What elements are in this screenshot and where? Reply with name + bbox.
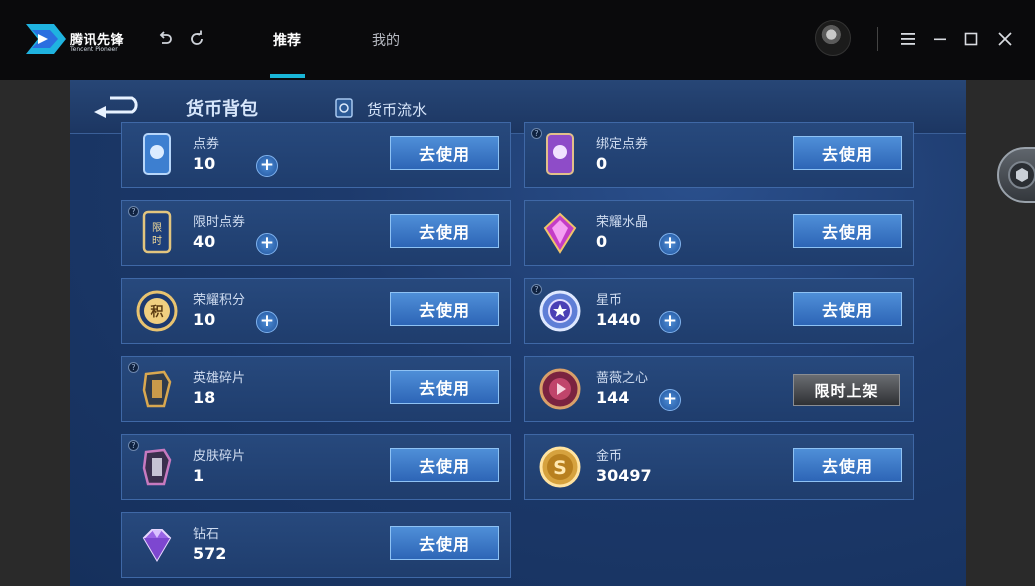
diamond-icon <box>142 529 172 562</box>
close-icon[interactable] <box>994 28 1016 50</box>
tab-recommend[interactable]: 推荐 <box>273 30 301 50</box>
currency-card-rose-heart: 蔷薇之心 144 + 限时上架 <box>524 356 914 422</box>
currency-card-ticket: 点券 10 + 去使用 <box>121 122 511 188</box>
glory-crystal-icon <box>543 212 577 254</box>
glory-points-coin-icon: 积 <box>136 290 178 332</box>
skin-fragment-icon <box>142 448 172 486</box>
currency-card-glory-points: 积 荣耀积分 10 + 去使用 <box>121 278 511 344</box>
currency-value: 1440 <box>596 310 641 329</box>
limited-listing-button[interactable]: 限时上架 <box>793 374 900 406</box>
currency-value: 0 <box>596 154 608 173</box>
svg-text:S: S <box>553 457 567 479</box>
add-ticket-button[interactable]: + <box>256 155 278 177</box>
hexagon-icon <box>1008 161 1035 189</box>
use-diamond-button[interactable]: 去使用 <box>390 526 499 560</box>
add-glory-crystal-button[interactable]: + <box>659 233 681 255</box>
limited-ticket-icon: 限时 <box>142 210 172 254</box>
currency-card-glory-crystal: 荣耀水晶 0 + 去使用 <box>524 200 914 266</box>
currency-name: 金币 <box>596 449 623 464</box>
rose-heart-icon <box>539 368 581 410</box>
hero-fragment-icon <box>142 370 172 408</box>
use-star-coin-button[interactable]: 去使用 <box>793 292 902 326</box>
currency-name: 钻石 <box>193 527 220 542</box>
currency-value: 144 <box>596 388 630 407</box>
currency-name: 点券 <box>193 137 220 152</box>
undo-icon[interactable] <box>154 28 176 50</box>
svg-text:时: 时 <box>152 235 162 247</box>
currency-value: 0 <box>596 232 608 251</box>
use-bound-ticket-button[interactable]: 去使用 <box>793 136 902 170</box>
use-hero-fragment-button[interactable]: 去使用 <box>390 370 499 404</box>
currency-name: 英雄碎片 <box>193 371 246 386</box>
ticket-card-icon <box>143 133 171 175</box>
currency-card-star-coin: ? 星币 1440 + 去使用 <box>524 278 914 344</box>
left-frame <box>0 80 70 586</box>
currency-card-skin-fragment: ? 皮肤碎片 1 去使用 <box>121 434 511 500</box>
use-ticket-button[interactable]: 去使用 <box>390 136 499 170</box>
currency-card-limited-ticket: ? 限时 限时点券 40 + 去使用 <box>121 200 511 266</box>
currency-name: 皮肤碎片 <box>193 449 246 464</box>
refresh-icon[interactable] <box>186 28 208 50</box>
use-limited-ticket-button[interactable]: 去使用 <box>390 214 499 248</box>
currency-card-bound-ticket: ? 绑定点券 0 去使用 <box>524 122 914 188</box>
currency-flow-tab[interactable]: 货币流水 <box>367 99 427 120</box>
currency-value: 10 <box>193 154 216 173</box>
currency-value: 30497 <box>596 466 652 485</box>
currency-flow-icon <box>335 98 353 118</box>
currency-value: 10 <box>193 310 216 329</box>
currency-name: 蔷薇之心 <box>596 371 649 386</box>
svg-text:限: 限 <box>152 222 162 234</box>
add-glory-points-button[interactable]: + <box>256 311 278 333</box>
star-coin-icon <box>539 290 581 332</box>
currency-name: 荣耀积分 <box>193 293 246 308</box>
gold-coin-icon: S <box>539 446 581 488</box>
currency-card-hero-fragment: ? 英雄碎片 18 去使用 <box>121 356 511 422</box>
back-arrow-icon[interactable] <box>92 94 142 120</box>
currency-name: 限时点券 <box>193 215 246 230</box>
app-logo-subtext: Tencent Pioneer <box>70 46 118 53</box>
currency-value: 1 <box>193 466 205 485</box>
tencent-pioneer-logo-icon <box>26 24 66 54</box>
title-bar: 腾讯先锋 Tencent Pioneer 推荐 我的 <box>0 0 1035 80</box>
active-tab-indicator <box>270 74 305 78</box>
use-gold-coin-button[interactable]: 去使用 <box>793 448 902 482</box>
currency-name: 绑定点券 <box>596 137 649 152</box>
use-glory-crystal-button[interactable]: 去使用 <box>793 214 902 248</box>
menu-icon[interactable] <box>897 28 919 50</box>
currency-value: 572 <box>193 544 227 563</box>
svg-text:积: 积 <box>150 304 163 320</box>
add-rose-heart-button[interactable]: + <box>659 389 681 411</box>
minimize-icon[interactable] <box>929 28 951 50</box>
currency-value: 18 <box>193 388 216 407</box>
currency-backpack-panel: 货币背包 货币流水 点券 10 + 去使用 ? 绑定点券 0 去使用 ? 限时 … <box>70 80 966 586</box>
currency-name: 星币 <box>596 293 623 308</box>
page-title: 货币背包 <box>186 99 258 120</box>
tab-mine[interactable]: 我的 <box>372 30 400 50</box>
bound-ticket-card-icon <box>546 133 574 175</box>
use-skin-fragment-button[interactable]: 去使用 <box>390 448 499 482</box>
toolbar-divider <box>877 27 878 51</box>
currency-card-gold-coin: S 金币 30497 去使用 <box>524 434 914 500</box>
currency-name: 荣耀水晶 <box>596 215 649 230</box>
add-limited-ticket-button[interactable]: + <box>256 233 278 255</box>
user-avatar[interactable] <box>815 20 851 56</box>
currency-value: 40 <box>193 232 216 251</box>
add-star-coin-button[interactable]: + <box>659 311 681 333</box>
use-glory-points-button[interactable]: 去使用 <box>390 292 499 326</box>
currency-card-diamond: 钻石 572 去使用 <box>121 512 511 578</box>
maximize-icon[interactable] <box>960 28 982 50</box>
